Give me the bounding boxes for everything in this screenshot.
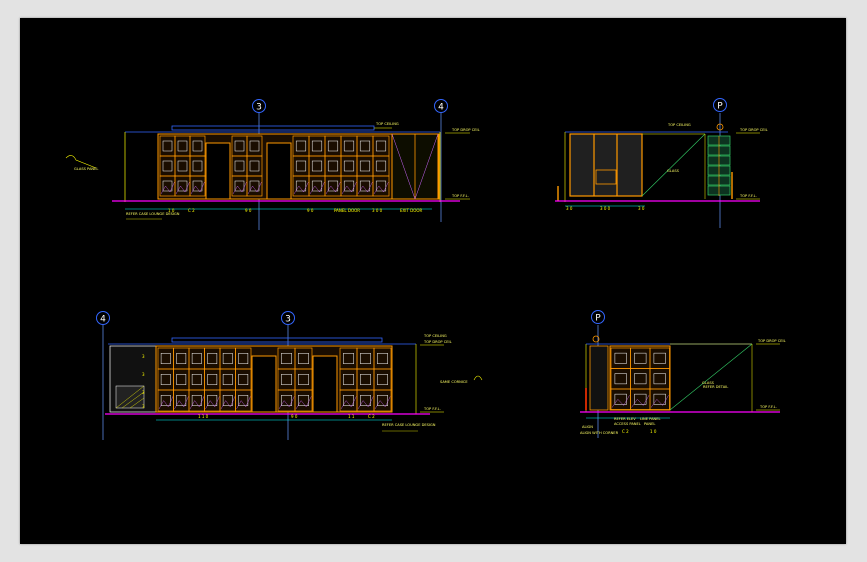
dim-label: 3 0: [638, 206, 645, 211]
cad-viewport[interactable]: 3 4 GLASS PANEL TOP CEILING TOP DROP CEI…: [20, 18, 846, 544]
dim-label: 1 0: [650, 429, 657, 434]
grid-bubble-label: P: [595, 314, 601, 324]
ceiling-label: TOP CEILING: [375, 122, 399, 126]
dim-label: C 2: [622, 429, 629, 434]
level-label-top: TOP DROP CEIL: [423, 340, 452, 344]
level-label-floor: TOP F.F.L.: [423, 407, 441, 411]
level-label-floor: TOP F.F.L.: [451, 194, 469, 198]
dim-label: 3 0 0: [600, 206, 611, 211]
dim-label: 1 1 0: [198, 414, 209, 419]
dim-label: 3 0: [566, 206, 573, 211]
design-note: REFER CASE LOUNGE DESIGN: [382, 423, 436, 427]
dim-label: EXIT DOOR: [400, 208, 423, 213]
door: [251, 355, 277, 413]
dim-label: 9 0: [307, 208, 314, 213]
cad-drawing: 3 4 GLASS PANEL TOP CEILING TOP DROP CEI…: [65, 98, 786, 440]
grid-bubble-label: 3: [256, 103, 262, 113]
design-note: ALIGN WITH CORNER: [580, 431, 619, 435]
level-label-top: TOP DROP CEIL: [451, 128, 480, 132]
design-note: ALIGN: [582, 425, 593, 429]
design-note: REFER ELEV: [614, 417, 636, 421]
level-label-top: TOP DROP CEIL: [739, 128, 768, 132]
grid-bubble-label: P: [717, 102, 723, 112]
dim-label: C 2: [368, 414, 375, 419]
dim-label: 9 0: [245, 208, 252, 213]
glass-label: GLASS: [667, 169, 680, 173]
design-note: PANEL: [644, 422, 655, 426]
level-label-floor: TOP F.F.L.: [739, 194, 757, 198]
elevation-3: 4 3 3 3 3 3 TOP DROP CEIL TOP CEILING TO…: [96, 311, 483, 440]
design-note: ACCESS PANEL: [614, 422, 641, 426]
grid-bubble-label: 4: [100, 315, 106, 325]
design-note: LINE PANEL: [640, 417, 661, 421]
elevation-2: P TOP CEILING TOP DROP CEIL TOP F.F.L. G…: [555, 98, 768, 228]
detail-note: REFER DETAIL: [703, 385, 728, 389]
dim-label: C 2: [188, 208, 195, 213]
level-label-floor: TOP F.F.L.: [759, 405, 777, 409]
callout-label: GLASS PANEL: [74, 167, 98, 171]
dim-label: 1 0: [168, 208, 175, 213]
elevation-4: P GLASS TOP DROP CEIL TOP F.F.L. REFER D…: [580, 310, 786, 438]
door: [312, 355, 338, 413]
grid-bubble-label: 4: [438, 103, 444, 113]
ceiling-label: TOP CEILING: [667, 123, 691, 127]
dim-label: PANEL DOOR: [334, 208, 360, 213]
elevation-1: 3 4 GLASS PANEL TOP CEILING TOP DROP CEI…: [65, 99, 480, 230]
ceiling-label: TOP CEILING: [423, 334, 447, 338]
door: [266, 142, 292, 200]
callout-label: SAME CORNICE: [440, 380, 468, 384]
grid-bubble-label: 3: [285, 315, 291, 325]
dim-label: 3 0 0: [372, 208, 383, 213]
shopfront-panel: [569, 133, 643, 197]
dim-label: 9 0: [291, 414, 298, 419]
side-panel: [589, 345, 609, 411]
door: [205, 142, 231, 200]
level-label-top: TOP DROP CEIL: [757, 339, 786, 343]
dim-label: 1 1: [348, 414, 355, 419]
